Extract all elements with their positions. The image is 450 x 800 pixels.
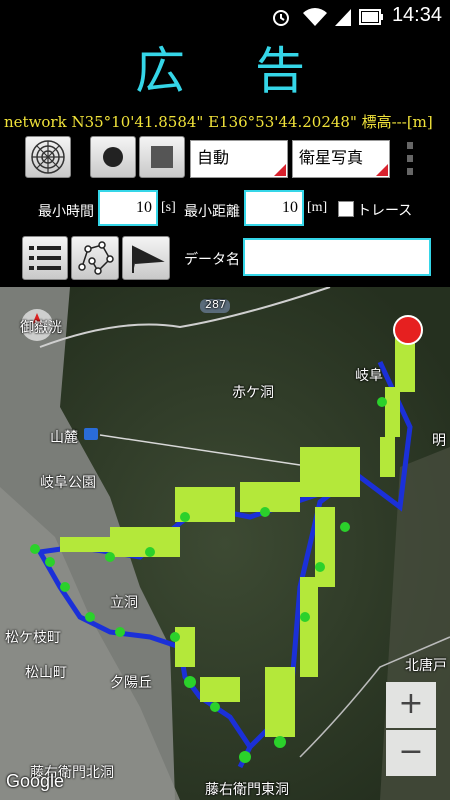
route-icon <box>78 241 114 275</box>
route-button[interactable] <box>71 236 119 280</box>
data-name-input[interactable] <box>243 238 431 276</box>
map-label-gifukoen: 岐阜公園 <box>40 475 96 491</box>
zoom-in-button[interactable]: + <box>386 682 436 728</box>
alarm-icon <box>273 10 289 26</box>
map-label-matsugaeda: 松ケ枝町 <box>5 630 61 646</box>
stop-button[interactable] <box>139 136 185 178</box>
min-time-label: 最小時間 <box>38 204 94 220</box>
overflow-menu-icon[interactable] <box>405 140 415 178</box>
battery-icon <box>359 9 383 25</box>
dropdown-indicator <box>274 164 286 176</box>
ad-banner[interactable]: 広告 <box>0 32 450 110</box>
control-panel: 自動 衛星写真 最小時間 10 [s] 最小距離 10 [m] トレース データ… <box>0 134 450 287</box>
map-type-select-value: 衛星写真 <box>299 148 364 167</box>
record-button[interactable] <box>90 136 136 178</box>
mode-select[interactable]: 自動 <box>190 140 288 178</box>
stop-icon <box>151 146 173 168</box>
google-logo: Google <box>6 771 65 791</box>
map-label-akira: 明 <box>432 433 446 449</box>
list-icon <box>29 246 61 270</box>
min-distance-input[interactable]: 10 <box>244 190 304 226</box>
clock: 14:34 <box>391 4 442 26</box>
min-time-unit: [s] <box>161 200 176 215</box>
signal-icon <box>335 9 351 26</box>
map-label-yuhigaoka: 夕陽丘 <box>110 675 152 691</box>
map-label-tatsuhora: 立洞 <box>110 595 138 611</box>
flag-button[interactable] <box>122 236 170 280</box>
list-button[interactable] <box>22 236 68 280</box>
gps-readout: network N35°10'41.8584" E136°53'44.20248… <box>0 110 450 134</box>
trace-label: トレース <box>357 203 413 219</box>
min-time-input[interactable]: 10 <box>98 190 158 226</box>
mode-select-value: 自動 <box>197 148 230 167</box>
map-label-akagahora: 赤ケ洞 <box>232 385 274 401</box>
map-label-sanroku: 山麓 <box>50 430 78 446</box>
status-bar: 14:34 <box>0 0 450 32</box>
map-label-matsuyama: 松山町 <box>25 665 67 681</box>
map-type-select[interactable]: 衛星写真 <box>292 140 390 178</box>
map-imagery <box>0 287 450 800</box>
data-name-label: データ名 <box>184 252 240 268</box>
map-label-kanpu: 御嶽洸 <box>20 320 62 336</box>
wifi-icon <box>303 8 327 26</box>
map-label-gifu: 岐阜 <box>355 368 383 384</box>
radar-icon <box>31 140 65 174</box>
record-icon <box>103 147 123 167</box>
map-label-toemon-higashi: 藤右衛門東洞 <box>205 782 289 798</box>
satellite-map[interactable]: 287 御嶽洸 赤ケ洞 岐阜 明 山麓 岐阜公園 立洞 松ケ枝町 松山町 夕陽丘… <box>0 287 450 800</box>
road-number-label: 287 <box>205 298 226 311</box>
map-label-kitakarato: 北唐戸 <box>405 658 447 674</box>
min-distance-label: 最小距離 <box>184 204 240 220</box>
min-distance-unit: [m] <box>307 200 328 215</box>
flag-icon <box>132 245 165 273</box>
zoom-out-button[interactable]: − <box>386 730 436 776</box>
dropdown-indicator <box>376 164 388 176</box>
gps-radar-button[interactable] <box>25 136 71 178</box>
trace-checkbox[interactable] <box>338 201 354 217</box>
